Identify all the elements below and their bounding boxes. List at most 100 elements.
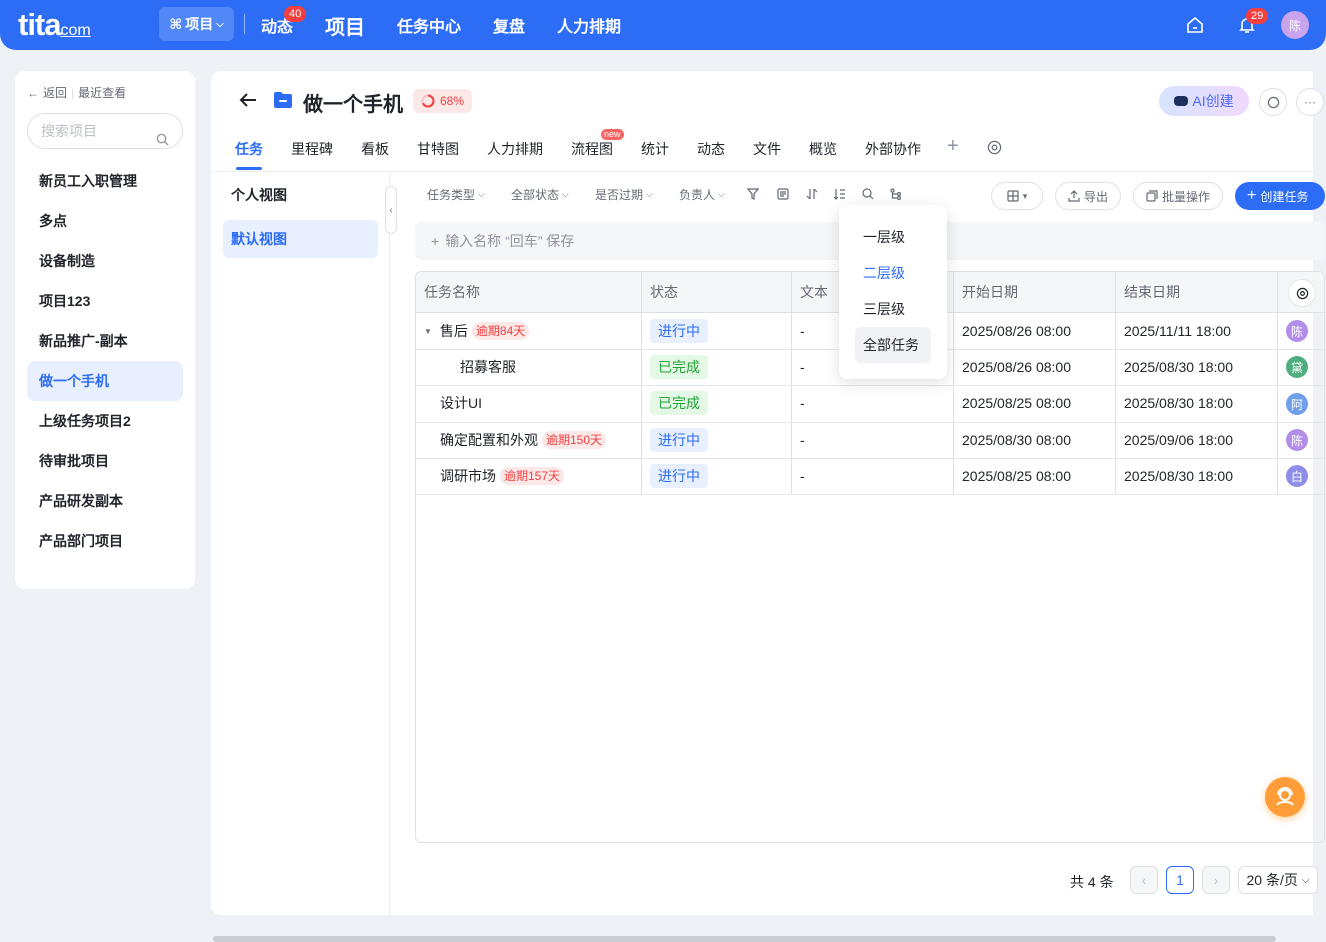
column-header-start[interactable]: 开始日期	[954, 272, 1018, 313]
project-item[interactable]: 新员工入职管理	[27, 161, 183, 201]
project-search-input[interactable]: 搜索项目	[27, 113, 183, 149]
owner-avatar[interactable]: 白	[1286, 465, 1308, 487]
status-badge[interactable]: 已完成	[650, 391, 708, 415]
sort-icon[interactable]	[804, 186, 820, 202]
tita-logo[interactable]: titacom	[18, 7, 91, 43]
filter-status[interactable]: 全部状态 ⌵	[511, 186, 569, 203]
task-name[interactable]: 确定配置和外观	[440, 430, 538, 450]
project-item[interactable]: 待审批项目	[27, 441, 183, 481]
tab-milestones[interactable]: 里程碑	[291, 139, 333, 159]
tab-files[interactable]: 文件	[753, 139, 781, 159]
nav-resource[interactable]: 人力排期	[557, 0, 621, 50]
text-cell[interactable]: -	[800, 422, 805, 458]
text-cell[interactable]: -	[800, 458, 805, 494]
task-name[interactable]: 招募客服	[460, 357, 516, 377]
column-header-text[interactable]: 文本	[792, 272, 828, 313]
tab-overview[interactable]: 概览	[809, 139, 837, 159]
home-icon[interactable]	[1183, 13, 1207, 37]
level-option-1[interactable]: 一层级	[855, 219, 931, 255]
project-item[interactable]: 产品研发副本	[27, 481, 183, 521]
ai-create-button[interactable]: AI创建	[1159, 86, 1249, 116]
hierarchy-icon[interactable]	[888, 186, 904, 202]
end-date-cell[interactable]: 2025/08/30 18:00	[1124, 349, 1233, 385]
task-name[interactable]: 设计UI	[440, 393, 482, 413]
page-number[interactable]: 1	[1166, 866, 1194, 894]
view-layout-button[interactable]: ▾	[991, 182, 1043, 210]
create-task-button[interactable]: + 创建任务	[1235, 182, 1325, 210]
comment-icon[interactable]	[1259, 88, 1287, 116]
column-header-name[interactable]: 任务名称	[416, 272, 480, 313]
project-switch-button[interactable]: ⌘ 项目 ⌵	[159, 7, 234, 41]
owner-avatar[interactable]: 陈	[1286, 320, 1308, 342]
filter-task-type[interactable]: 任务类型 ⌵	[427, 186, 485, 203]
text-cell[interactable]: -	[800, 313, 805, 349]
end-date-cell[interactable]: 2025/11/11 18:00	[1124, 313, 1231, 349]
column-header-end[interactable]: 结束日期	[1116, 272, 1180, 313]
level-option-all[interactable]: 全部任务	[855, 327, 931, 363]
tab-external[interactable]: 外部协作	[865, 139, 921, 159]
tab-flowchart[interactable]: 流程图	[571, 139, 613, 159]
view-default[interactable]: 默认视图	[223, 220, 378, 258]
status-badge[interactable]: 进行中	[650, 428, 708, 452]
view-personal[interactable]: 个人视图	[223, 176, 378, 214]
list-icon[interactable]	[775, 186, 791, 202]
status-badge[interactable]: 进行中	[650, 319, 708, 343]
task-name[interactable]: 售后	[440, 321, 468, 341]
end-date-cell[interactable]: 2025/08/30 18:00	[1124, 458, 1233, 494]
tab-gantt[interactable]: 甘特图	[417, 139, 459, 159]
start-date-cell[interactable]: 2025/08/30 08:00	[962, 422, 1071, 458]
export-button[interactable]: 导出	[1055, 182, 1121, 210]
tab-resource[interactable]: 人力排期	[487, 139, 543, 159]
level-option-2[interactable]: 二层级	[855, 255, 931, 291]
customer-service-icon[interactable]	[1265, 777, 1305, 817]
nav-review[interactable]: 复盘	[493, 0, 525, 50]
more-icon[interactable]: ···	[1296, 88, 1324, 116]
collapse-panel-button[interactable]: ‹	[385, 186, 397, 234]
nav-project[interactable]: 项目	[325, 0, 365, 50]
project-item-selected[interactable]: 做一个手机	[27, 361, 183, 401]
horizontal-scrollbar[interactable]	[213, 936, 1276, 942]
page-size-select[interactable]: 20 条/页 ⌵	[1238, 866, 1318, 894]
start-date-cell[interactable]: 2025/08/25 08:00	[962, 458, 1071, 494]
start-date-cell[interactable]: 2025/08/25 08:00	[962, 385, 1071, 421]
caret-down-icon[interactable]: ▼	[424, 327, 432, 336]
user-avatar[interactable]: 陈	[1281, 11, 1309, 39]
batch-button[interactable]: 批量操作	[1133, 182, 1223, 210]
text-cell[interactable]: -	[800, 385, 805, 421]
level-option-3[interactable]: 三层级	[855, 291, 931, 327]
status-badge[interactable]: 已完成	[650, 355, 708, 379]
text-cell[interactable]: -	[800, 349, 805, 385]
nav-task-center[interactable]: 任务中心	[397, 0, 461, 50]
tab-tasks[interactable]: 任务	[235, 139, 263, 159]
prev-page-button[interactable]: ‹	[1130, 866, 1158, 894]
add-tab-icon[interactable]: +	[947, 135, 959, 158]
owner-avatar[interactable]: 阿	[1286, 393, 1308, 415]
project-item[interactable]: 新品推广-副本	[27, 321, 183, 361]
settings-icon[interactable]	[987, 140, 1002, 158]
tab-statistics[interactable]: 统计	[641, 139, 669, 159]
project-item[interactable]: 项目123	[27, 281, 183, 321]
clear-filter-icon[interactable]	[745, 186, 761, 202]
end-date-cell[interactable]: 2025/08/30 18:00	[1124, 385, 1233, 421]
start-date-cell[interactable]: 2025/08/26 08:00	[962, 313, 1071, 349]
back-arrow-icon[interactable]: ←	[27, 86, 39, 100]
filter-owner[interactable]: 负责人 ⌵	[679, 186, 725, 203]
project-item[interactable]: 多点	[27, 201, 183, 241]
filter-overdue[interactable]: 是否过期 ⌵	[595, 186, 653, 203]
start-date-cell[interactable]: 2025/08/26 08:00	[962, 349, 1071, 385]
task-name[interactable]: 调研市场	[440, 466, 496, 486]
back-arrow-icon[interactable]	[238, 90, 258, 116]
next-page-button[interactable]: ›	[1202, 866, 1230, 894]
level-icon[interactable]	[832, 186, 848, 202]
end-date-cell[interactable]: 2025/09/06 18:00	[1124, 422, 1233, 458]
column-settings-icon[interactable]	[1288, 279, 1316, 307]
project-item[interactable]: 产品部门项目	[27, 521, 183, 561]
column-header-status[interactable]: 状态	[642, 272, 678, 313]
project-item[interactable]: 设备制造	[27, 241, 183, 281]
status-badge[interactable]: 进行中	[650, 464, 708, 488]
owner-avatar[interactable]: 黛	[1286, 356, 1308, 378]
tab-kanban[interactable]: 看板	[361, 139, 389, 159]
search-icon[interactable]	[860, 186, 876, 202]
tab-activity[interactable]: 动态	[697, 139, 725, 159]
recent-viewed-link[interactable]: 最近查看	[78, 84, 126, 101]
